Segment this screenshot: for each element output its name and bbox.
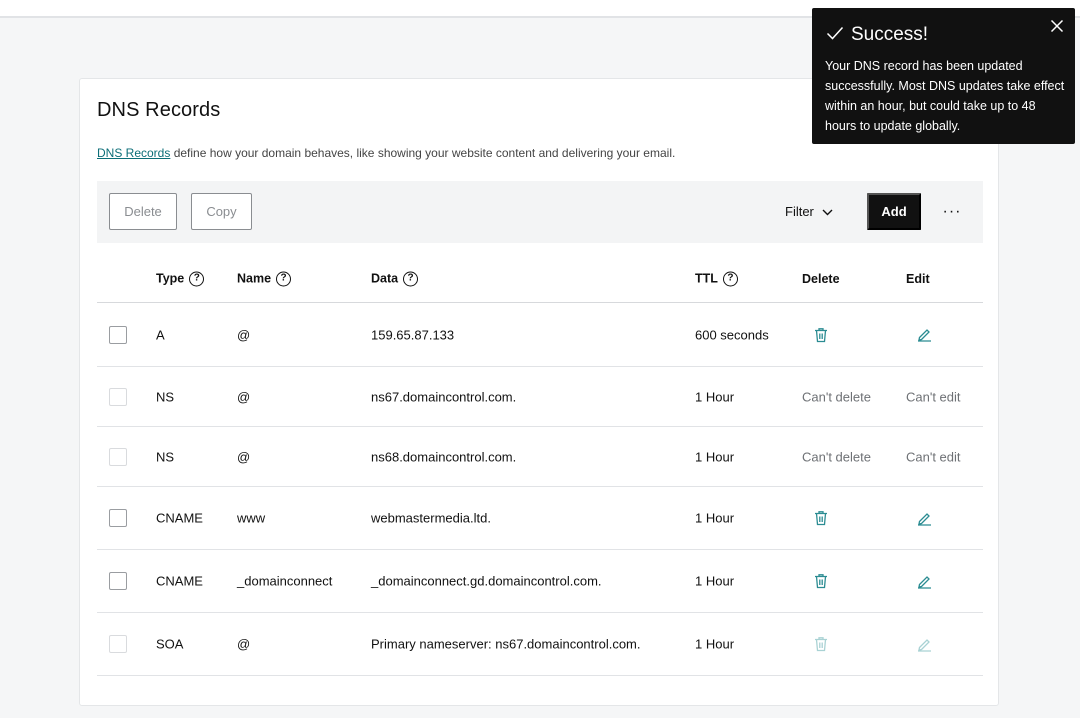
record-ttl: 1 Hour: [695, 636, 735, 652]
success-toast: Success! Your DNS record has been update…: [812, 8, 1075, 144]
record-type: CNAME: [156, 573, 203, 589]
record-ttl: 1 Hour: [695, 389, 735, 404]
filter-label: Filter: [785, 204, 814, 219]
intro-text: DNS Records define how your domain behav…: [97, 146, 675, 160]
delete-button[interactable]: Delete: [109, 193, 177, 230]
record-data: 159.65.87.133: [371, 327, 455, 342]
cant-edit-text: Can't edit: [906, 389, 961, 404]
record-ttl: 1 Hour: [695, 573, 735, 589]
dns-records-link[interactable]: DNS Records: [97, 146, 170, 160]
record-data: _domainconnect.gd.domaincontrol.com.: [371, 573, 602, 589]
dns-records-table: Type ? Name ? Data ? TTL ? Delete Edit A…: [97, 255, 983, 676]
trash-icon: [810, 324, 832, 346]
pencil-icon: [913, 633, 935, 655]
row-checkbox[interactable]: [109, 572, 127, 590]
delete-record-button[interactable]: [810, 324, 832, 346]
column-header-type-label: Type: [156, 271, 185, 286]
row-checkbox: [109, 387, 127, 406]
column-header-data: Data ?: [371, 271, 419, 286]
filter-dropdown[interactable]: Filter: [785, 193, 833, 230]
record-type: SOA: [156, 636, 184, 652]
cant-delete-text: Can't delete: [802, 389, 871, 404]
record-name: @: [237, 327, 251, 342]
record-data: ns68.domaincontrol.com.: [371, 449, 517, 464]
question-circle-icon[interactable]: ?: [189, 271, 205, 286]
edit-record-button[interactable]: [913, 507, 935, 529]
delete-record-button[interactable]: [810, 570, 832, 592]
trash-icon: [810, 633, 832, 655]
record-name: @: [237, 389, 251, 404]
record-data: webmastermedia.ltd.: [371, 510, 491, 526]
column-header-data-label: Data: [371, 271, 399, 286]
cant-delete-text: Can't delete: [802, 449, 871, 464]
table-row: SOA @ Primary nameserver: ns67.domaincon…: [97, 613, 983, 676]
trash-icon: [810, 507, 832, 529]
question-circle-icon[interactable]: ?: [403, 271, 419, 286]
table-row: A @ 159.65.87.133 600 seconds: [97, 303, 983, 367]
table-row: NS @ ns67.domaincontrol.com. 1 Hour Can'…: [97, 367, 983, 427]
row-checkbox: [109, 635, 127, 653]
record-name: www: [237, 510, 266, 526]
record-type: NS: [156, 389, 175, 404]
record-name: _domainconnect: [237, 573, 333, 589]
record-data: ns67.domaincontrol.com.: [371, 389, 517, 404]
table-row: CNAME _domainconnect _domainconnect.gd.d…: [97, 550, 983, 613]
record-type: CNAME: [156, 510, 203, 526]
copy-button[interactable]: Copy: [191, 193, 252, 230]
records-toolbar: Delete Copy Filter Add ···: [97, 181, 983, 243]
table-row: NS @ ns68.domaincontrol.com. 1 Hour Can'…: [97, 427, 983, 487]
page-title: DNS Records: [97, 99, 221, 121]
record-name: @: [237, 449, 251, 464]
table-header: Type ? Name ? Data ? TTL ? Delete Edit: [97, 255, 983, 303]
edit-record-button[interactable]: [913, 570, 935, 592]
check-icon: [826, 26, 844, 45]
row-checkbox: [109, 447, 127, 466]
column-header-ttl-label: TTL: [695, 271, 718, 286]
close-icon[interactable]: [1050, 19, 1066, 35]
pencil-icon: [913, 570, 935, 592]
table-row: CNAME www webmastermedia.ltd. 1 Hour: [97, 487, 983, 550]
toast-message: Your DNS record has been updated success…: [825, 59, 1065, 133]
column-header-name-label: Name: [237, 271, 272, 286]
column-header-name: Name ?: [237, 271, 292, 286]
pencil-icon: [913, 507, 935, 529]
record-ttl: 1 Hour: [695, 510, 735, 526]
edit-record-button[interactable]: [913, 324, 935, 346]
edit-record-button-disabled: [913, 633, 935, 655]
more-options-button[interactable]: ···: [937, 193, 967, 230]
column-header-type: Type ?: [156, 271, 205, 286]
add-button[interactable]: Add: [867, 193, 921, 230]
chevron-down-icon: [822, 204, 833, 219]
delete-record-button-disabled: [810, 633, 832, 655]
delete-record-button[interactable]: [810, 507, 832, 529]
dns-records-card: DNS Records DNS Records define how your …: [79, 78, 999, 706]
toast-title: Success!: [851, 24, 929, 45]
row-checkbox[interactable]: [109, 325, 127, 344]
record-name: @: [237, 636, 251, 652]
trash-icon: [810, 570, 832, 592]
question-circle-icon[interactable]: ?: [722, 271, 738, 286]
column-header-ttl: TTL ?: [695, 271, 738, 286]
column-header-delete: Delete: [802, 271, 840, 286]
record-type: A: [156, 327, 165, 342]
question-circle-icon[interactable]: ?: [276, 271, 292, 286]
record-ttl: 1 Hour: [695, 449, 735, 464]
record-data: Primary nameserver: ns67.domaincontrol.c…: [371, 636, 641, 652]
cant-edit-text: Can't edit: [906, 449, 961, 464]
pencil-icon: [913, 324, 935, 346]
record-ttl: 600 seconds: [695, 327, 769, 342]
record-type: NS: [156, 449, 175, 464]
row-checkbox[interactable]: [109, 509, 127, 527]
intro-description: define how your domain behaves, like sho…: [170, 146, 676, 160]
column-header-edit: Edit: [906, 271, 930, 286]
